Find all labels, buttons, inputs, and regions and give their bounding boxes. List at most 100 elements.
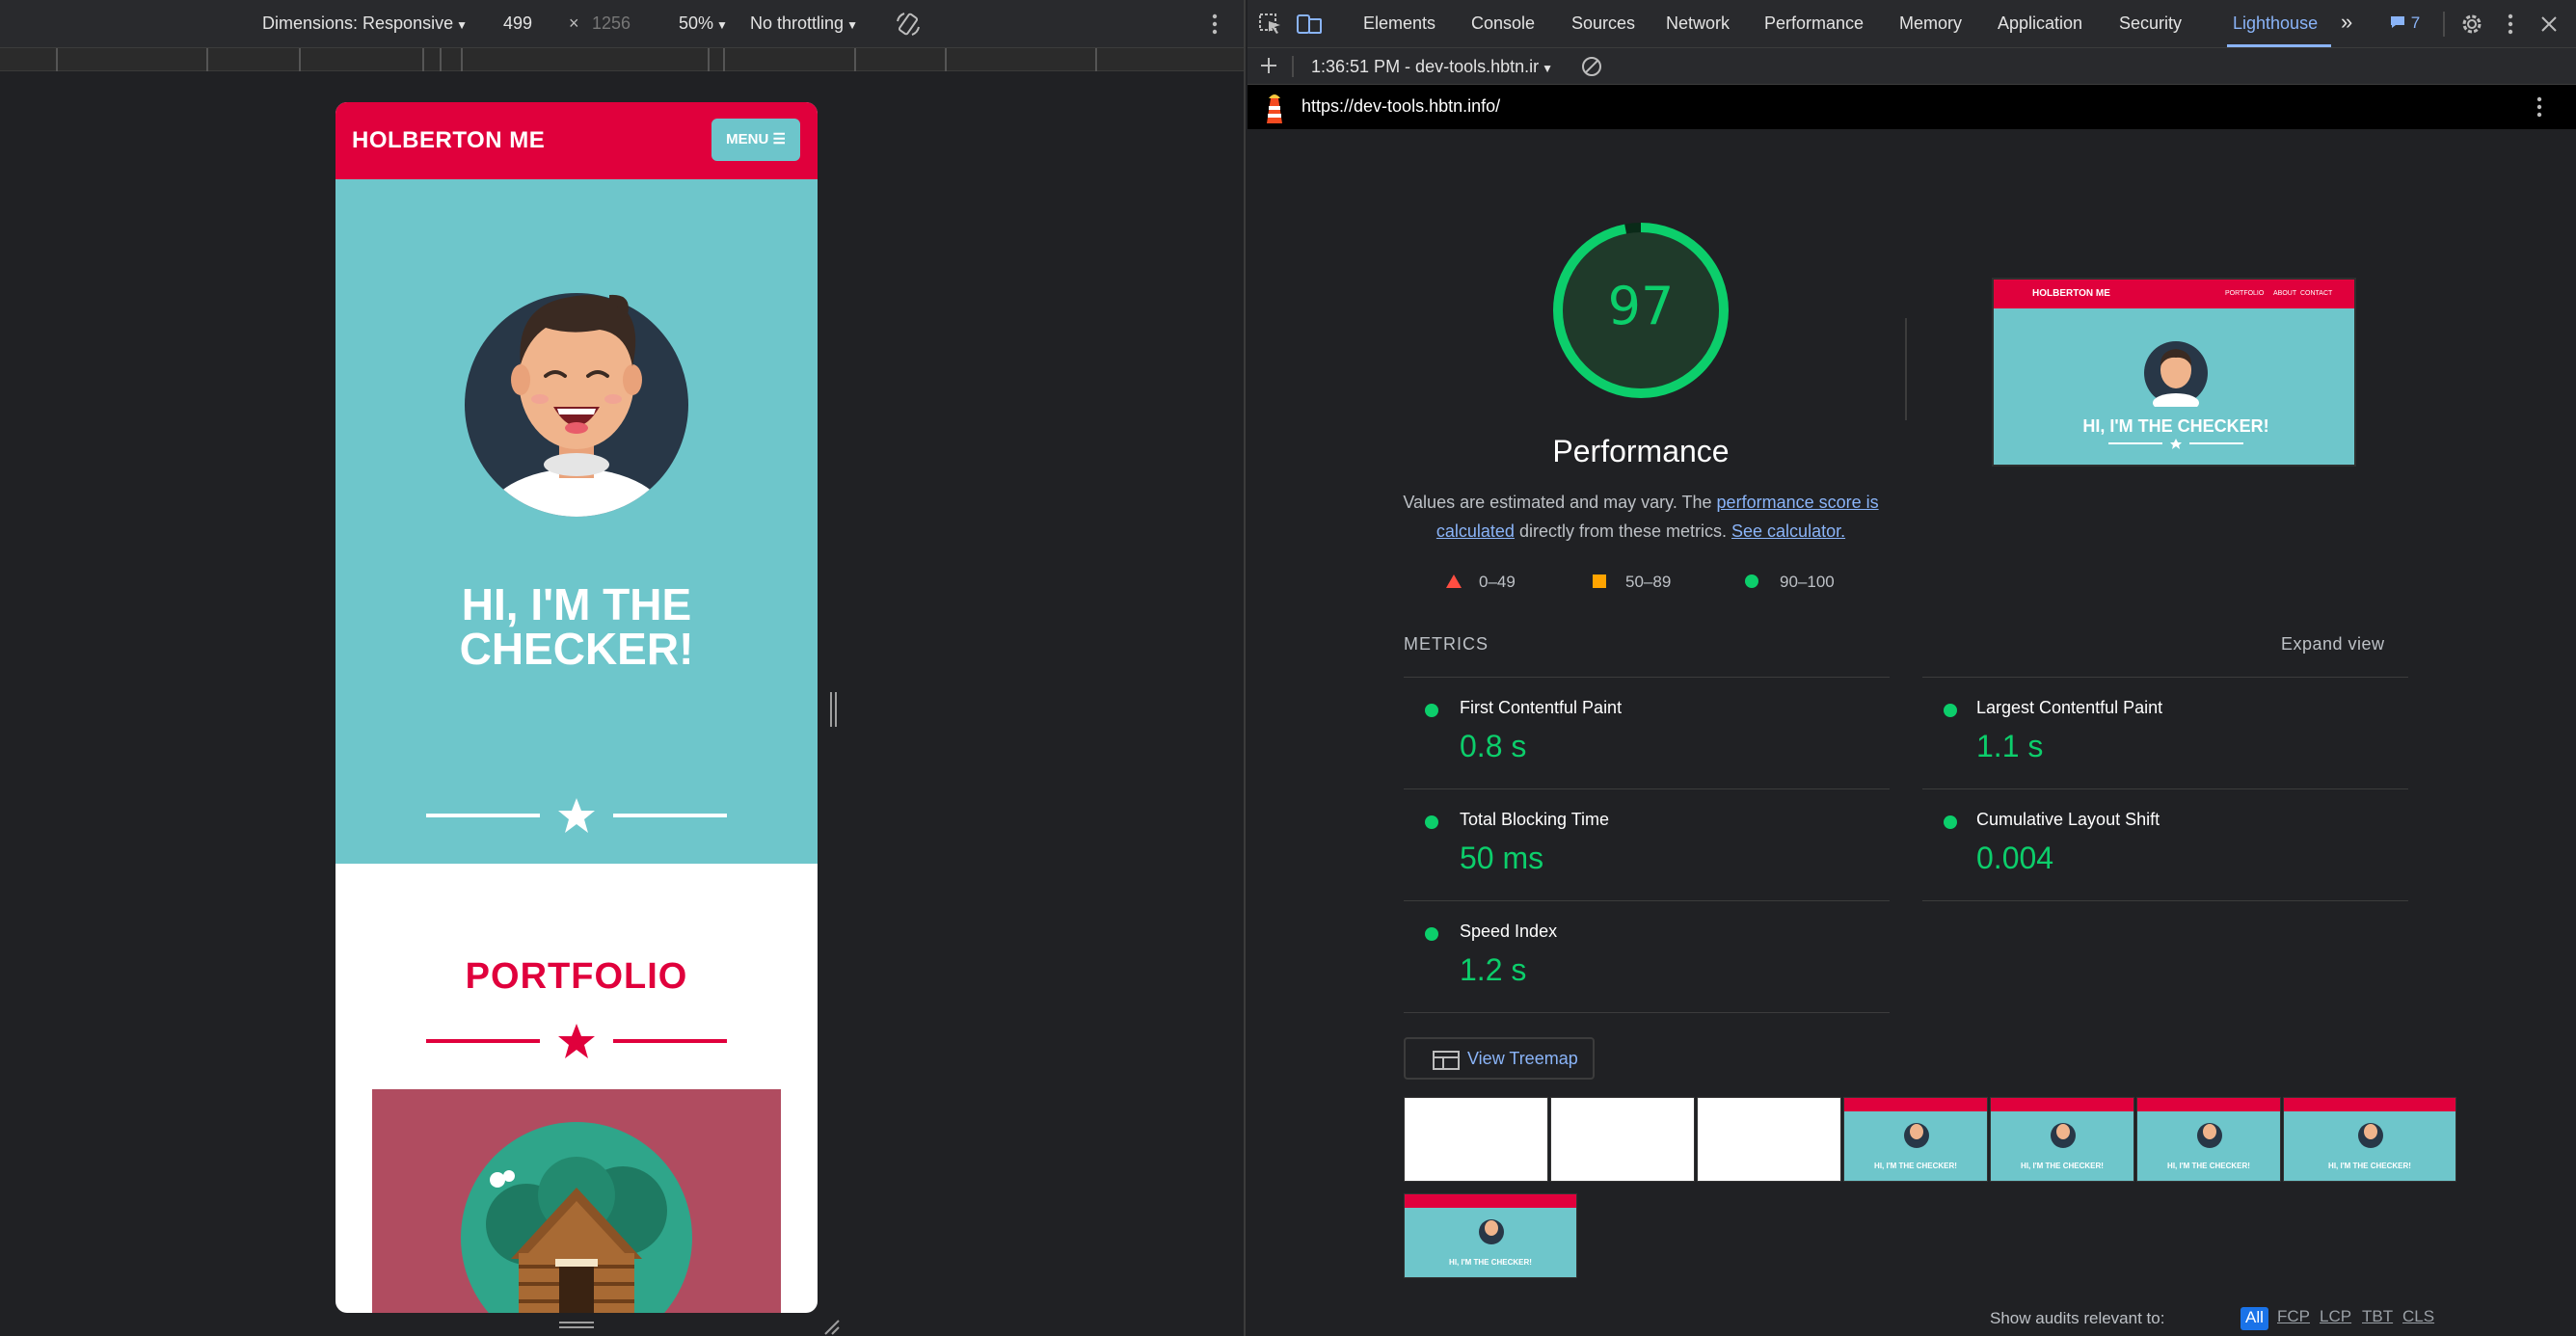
view-treemap-button[interactable]: View Treemap bbox=[1404, 1037, 1595, 1080]
dimensions-label: Dimensions: Responsive bbox=[262, 13, 454, 33]
screenshot-nav-item: CONTACT bbox=[2300, 290, 2333, 297]
caret-down-icon: ▼ bbox=[1542, 62, 1554, 75]
more-tabs-button[interactable]: » bbox=[2341, 10, 2352, 35]
audit-filter-cls[interactable]: CLS bbox=[2402, 1307, 2434, 1330]
audit-filter-fcp[interactable]: FCP bbox=[2277, 1307, 2310, 1330]
metric-divider bbox=[1404, 788, 1890, 789]
final-screenshot[interactable]: HOLBERTON ME PORTFOLIO ABOUT CONTACT HI,… bbox=[1992, 278, 2356, 467]
tab-memory[interactable]: Memory bbox=[1899, 13, 1962, 34]
filmstrip-frame: HI, I'M THE CHECKER! bbox=[1990, 1097, 2134, 1182]
metric-tbt-value: 50 ms bbox=[1460, 841, 1544, 875]
audit-filter-tbt[interactable]: TBT bbox=[2362, 1307, 2393, 1330]
dimensions-dropdown[interactable]: Dimensions: Responsive ▼ bbox=[262, 13, 468, 34]
metric-cls-label: Cumulative Layout Shift bbox=[1976, 810, 2160, 829]
throttling-value: No throttling bbox=[750, 13, 845, 33]
tab-application[interactable]: Application bbox=[1998, 13, 2082, 34]
filmstrip-frame: HI, I'M THE CHECKER! bbox=[1843, 1097, 1988, 1182]
toolbar-separator bbox=[2443, 12, 2445, 37]
legend-fail: 0–49 bbox=[1479, 573, 1516, 591]
report-menu-icon[interactable] bbox=[2530, 94, 2549, 120]
metric-divider bbox=[1404, 677, 1890, 678]
close-icon[interactable] bbox=[2537, 12, 2561, 37]
clear-reports-icon[interactable] bbox=[1579, 54, 1604, 79]
portfolio-star-divider bbox=[426, 1024, 727, 1058]
report-url-bar: https://dev-tools.hbtn.info/ bbox=[1248, 85, 2576, 129]
audit-filter-lcp[interactable]: LCP bbox=[2320, 1307, 2351, 1330]
tab-security[interactable]: Security bbox=[2119, 13, 2182, 34]
fail-triangle-icon bbox=[1446, 574, 1462, 588]
legend-pass: 90–100 bbox=[1780, 573, 1835, 591]
filmstrip-frame: HI, I'M THE CHECKER! bbox=[1404, 1193, 1577, 1278]
emulated-viewport[interactable]: HOLBERTON ME MENU ☰ HI, I'M THE CHECKER!… bbox=[335, 102, 818, 1313]
metric-divider bbox=[1922, 900, 2408, 901]
description-text: Values are estimated and may vary. The bbox=[1403, 493, 1717, 512]
side-resize-handle[interactable] bbox=[829, 690, 839, 729]
zoom-value: 50% bbox=[679, 13, 714, 33]
lighthouse-logo-icon bbox=[1267, 94, 1282, 123]
issues-badge[interactable]: 7 bbox=[2389, 13, 2420, 33]
pass-dot-icon bbox=[1425, 704, 1438, 717]
tab-console[interactable]: Console bbox=[1471, 13, 1535, 34]
filmstrip-frame bbox=[1550, 1097, 1695, 1182]
tab-elements[interactable]: Elements bbox=[1363, 13, 1436, 34]
metric-divider bbox=[1922, 677, 2408, 678]
toolbar-separator bbox=[1292, 56, 1294, 77]
category-title: Performance bbox=[1552, 434, 1730, 468]
hero-section: HI, I'M THE CHECKER! bbox=[335, 179, 818, 864]
metric-cls-value: 0.004 bbox=[1976, 841, 2054, 875]
report-selector-label: 1:36:51 PM - dev-tools.hbtn.ir bbox=[1311, 57, 1540, 76]
new-report-icon[interactable] bbox=[1257, 54, 1280, 77]
tab-network[interactable]: Network bbox=[1666, 13, 1730, 34]
settings-gear-icon[interactable] bbox=[2458, 12, 2485, 37]
treemap-icon bbox=[1433, 1051, 1460, 1070]
devtools-tabbar: Elements Console Sources Network Perform… bbox=[1248, 0, 2576, 48]
customize-menu-icon[interactable] bbox=[2501, 12, 2520, 37]
tab-sources[interactable]: Sources bbox=[1571, 13, 1635, 34]
report-selector[interactable]: 1:36:51 PM - dev-tools.hbtn.ir ▼ bbox=[1311, 57, 1553, 77]
zoom-dropdown[interactable]: 50% ▼ bbox=[679, 13, 728, 34]
metric-lcp-value: 1.1 s bbox=[1976, 729, 2044, 763]
corner-resize-handle[interactable] bbox=[821, 1317, 841, 1336]
height-input[interactable]: 1256 bbox=[592, 13, 631, 34]
see-calculator-link[interactable]: See calculator. bbox=[1731, 521, 1845, 541]
metric-si-label: Speed Index bbox=[1460, 922, 1558, 941]
pass-circle-icon bbox=[1745, 574, 1758, 588]
filmstrip-frame bbox=[1404, 1097, 1548, 1182]
site-logo[interactable]: HOLBERTON ME bbox=[352, 127, 545, 154]
screenshot-avatar bbox=[2144, 341, 2208, 407]
throttling-dropdown[interactable]: No throttling ▼ bbox=[750, 13, 858, 34]
bottom-resize-handle[interactable] bbox=[557, 1319, 596, 1332]
device-toolbar: Dimensions: Responsive ▼ 499 × 1256 50% ▼ … bbox=[0, 0, 1244, 48]
expand-view-toggle[interactable]: Expand view bbox=[2281, 634, 2385, 655]
metrics-heading: METRICS bbox=[1404, 634, 1489, 654]
media-query-ruler[interactable] bbox=[0, 48, 1244, 71]
metric-fcp-value: 0.8 s bbox=[1460, 729, 1527, 763]
width-input[interactable]: 499 bbox=[503, 13, 532, 34]
project-card-cabin[interactable] bbox=[372, 1089, 781, 1313]
caret-down-icon: ▼ bbox=[716, 18, 728, 32]
tab-lighthouse[interactable]: Lighthouse bbox=[2233, 13, 2318, 34]
hero-title: HI, I'M THE CHECKER! bbox=[459, 579, 694, 674]
issues-count: 7 bbox=[2410, 13, 2421, 32]
audits-filter-label: Show audits relevant to: bbox=[1990, 1309, 2165, 1327]
legend-average: 50–89 bbox=[1625, 573, 1672, 591]
metric-divider bbox=[1404, 900, 1890, 901]
metric-divider bbox=[1922, 788, 2408, 789]
pass-dot-icon bbox=[1944, 704, 1957, 717]
vertical-divider bbox=[1905, 318, 1907, 420]
site-header: HOLBERTON ME MENU ☰ bbox=[335, 102, 818, 179]
audit-filter-all[interactable]: All bbox=[2241, 1307, 2268, 1330]
pass-dot-icon bbox=[1425, 927, 1438, 941]
filmstrip-title: HI, I'M THE CHECKER! bbox=[1449, 1258, 1532, 1267]
screenshot-nav-item: ABOUT bbox=[2273, 290, 2297, 297]
rotate-icon[interactable] bbox=[895, 12, 922, 37]
inspect-element-icon[interactable] bbox=[1257, 12, 1284, 37]
more-options-icon[interactable] bbox=[1205, 12, 1224, 37]
active-tab-indicator bbox=[2227, 44, 2331, 47]
screenshot-divider bbox=[2108, 439, 2243, 449]
times-separator: × bbox=[569, 13, 579, 33]
device-toggle-icon[interactable] bbox=[1296, 12, 1323, 37]
report-url[interactable]: https://dev-tools.hbtn.info/ bbox=[1301, 96, 1500, 117]
menu-button[interactable]: MENU ☰ bbox=[711, 119, 800, 161]
tab-performance[interactable]: Performance bbox=[1764, 13, 1864, 34]
